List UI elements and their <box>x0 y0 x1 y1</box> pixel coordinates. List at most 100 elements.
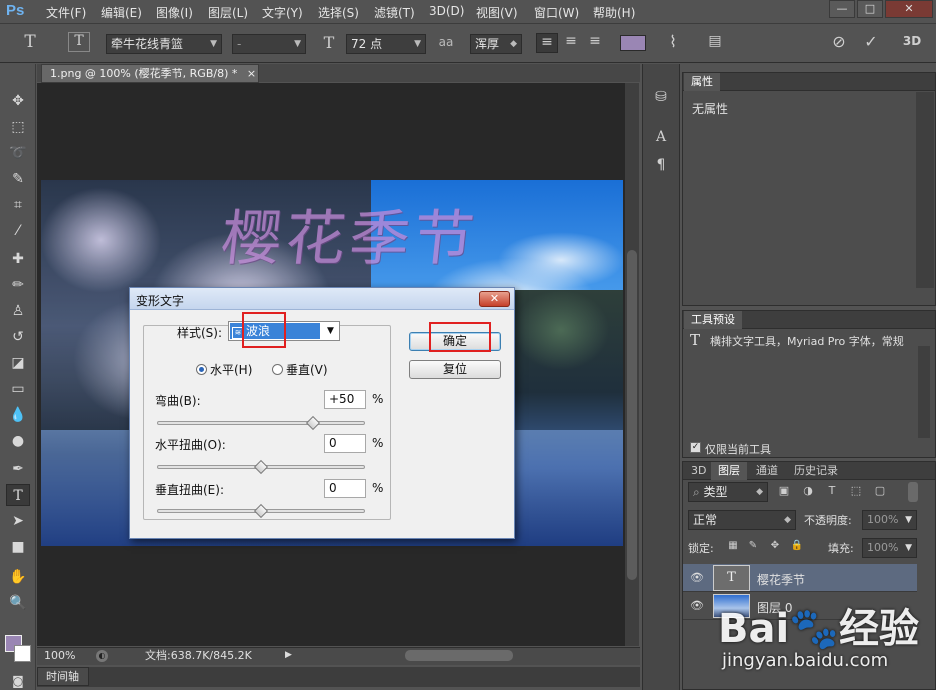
vertical-distort-input[interactable]: 0 <box>324 479 366 498</box>
blend-mode-select[interactable]: 正常 ◆ <box>688 510 796 530</box>
dodge-tool-icon[interactable]: ● <box>6 430 30 452</box>
filter-adjustment-icon[interactable]: ◑ <box>800 484 816 500</box>
reset-button[interactable]: 复位 <box>409 360 501 379</box>
tab-layers[interactable]: 图层 <box>711 462 747 480</box>
background-color-swatch[interactable] <box>14 645 31 662</box>
brush-tool-icon[interactable]: ✏ <box>6 274 30 296</box>
menu-window[interactable]: 窗口(W) <box>534 4 579 21</box>
blur-tool-icon[interactable]: 💧 <box>6 404 30 426</box>
warp-text-icon[interactable]: ⌇ <box>662 32 684 54</box>
menu-select[interactable]: 选择(S) <box>318 4 359 21</box>
text-color-swatch[interactable] <box>620 35 646 51</box>
vertical-radio[interactable] <box>272 364 283 375</box>
antialias-icon: aa <box>438 35 454 49</box>
fill-field[interactable]: 100% ▼ <box>862 538 917 558</box>
lock-position-icon[interactable]: ✥ <box>768 540 782 554</box>
bend-input[interactable]: +50 <box>324 390 366 409</box>
bend-slider-track[interactable] <box>157 421 365 425</box>
menu-3d[interactable]: 3D(D) <box>429 4 464 18</box>
layer-visibility-eye-icon[interactable]: 👁 <box>690 599 704 613</box>
tab-history[interactable]: 历史记录 <box>787 462 845 480</box>
horizontal-radio[interactable] <box>196 364 207 375</box>
lock-image-icon[interactable]: ✎ <box>746 540 760 554</box>
character-panel-icon[interactable]: ▤ <box>704 33 726 53</box>
quick-mask-icon[interactable]: ◙ <box>6 670 30 690</box>
filter-toggle-switch[interactable] <box>908 482 918 502</box>
lock-all-icon[interactable]: 🔒 <box>790 540 804 554</box>
menu-type[interactable]: 文字(Y) <box>262 4 303 21</box>
tab-3d[interactable]: 3D <box>684 462 713 480</box>
filter-pixel-icon[interactable]: ▣ <box>776 484 792 500</box>
lock-transparent-icon[interactable]: ▦ <box>726 540 740 554</box>
toggle-text-orientation-icon[interactable]: T <box>68 32 90 52</box>
font-size-select[interactable]: 72 点 ▼ <box>346 34 426 54</box>
layer-name[interactable]: 樱花季节 <box>757 571 805 588</box>
path-selection-tool-icon[interactable]: ➤ <box>6 510 30 532</box>
paragraph-icon[interactable]: ¶ <box>650 154 672 176</box>
history-brush-tool-icon[interactable]: ↺ <box>6 326 30 348</box>
canvas-text-layer[interactable]: 樱花季节 <box>217 190 482 277</box>
font-style-select[interactable]: - ▼ <box>232 34 306 54</box>
cancel-edit-icon[interactable]: ⊘ <box>828 32 850 54</box>
vertical-scrollbar-thumb[interactable] <box>627 250 637 580</box>
horizontal-scrollbar-thumb[interactable] <box>405 650 513 661</box>
lasso-tool-icon[interactable]: ➰ <box>6 142 30 164</box>
menu-help[interactable]: 帮助(H) <box>593 4 635 21</box>
commit-edit-icon[interactable]: ✓ <box>860 32 882 54</box>
current-tool-only-checkbox[interactable]: ✓ <box>690 442 701 453</box>
crop-tool-icon[interactable]: ⌗ <box>6 194 30 216</box>
horizontal-distort-input[interactable]: 0 <box>324 434 366 453</box>
move-tool-icon[interactable]: ✥ <box>6 90 30 112</box>
align-left-icon[interactable]: ≡ <box>536 33 558 53</box>
tool-preset-item[interactable]: 横排文字工具，Myriad Pro 字体，常规 <box>710 333 916 349</box>
hand-tool-icon[interactable]: ✋ <box>6 566 30 588</box>
timeline-tab[interactable]: 时间轴 <box>37 667 89 686</box>
filter-shape-icon[interactable]: ⬚ <box>848 484 864 500</box>
status-info-icon[interactable]: ◐ <box>96 650 108 662</box>
menu-image[interactable]: 图像(I) <box>156 4 193 21</box>
status-menu-arrow-icon[interactable]: ▶ <box>285 650 295 662</box>
menu-edit[interactable]: 编辑(E) <box>101 4 142 21</box>
quick-select-tool-icon[interactable]: ✎ <box>6 168 30 190</box>
zoom-tool-icon[interactable]: 🔍 <box>6 592 30 614</box>
align-right-icon[interactable]: ≡ <box>584 33 606 53</box>
tab-properties[interactable]: 属性 <box>684 73 720 91</box>
healing-brush-tool-icon[interactable]: ✚ <box>6 248 30 270</box>
minimize-button[interactable]: — <box>829 0 855 18</box>
clone-source-icon[interactable]: ⛁ <box>650 86 672 108</box>
menu-layer[interactable]: 图层(L) <box>208 4 248 21</box>
clone-stamp-tool-icon[interactable]: ♙ <box>6 300 30 322</box>
pen-tool-icon[interactable]: ✒ <box>6 458 30 480</box>
align-center-icon[interactable]: ≡ <box>560 33 582 53</box>
3d-icon[interactable]: 3D <box>898 34 926 54</box>
filter-type-icon[interactable]: T <box>824 484 840 500</box>
eraser-tool-icon[interactable]: ◪ <box>6 352 30 374</box>
chevron-down-icon[interactable]: ▼ <box>323 323 338 339</box>
gradient-tool-icon[interactable]: ▭ <box>6 378 30 400</box>
menu-filter[interactable]: 滤镜(T) <box>374 4 415 21</box>
layer-filter-select[interactable]: ⌕ 类型 ◆ <box>688 482 768 502</box>
restore-button[interactable]: □ <box>857 0 883 18</box>
type-tool-icon[interactable]: T <box>6 484 30 506</box>
font-family-select[interactable]: 牵牛花线青篮 ▼ <box>106 34 222 54</box>
opacity-field[interactable]: 100% ▼ <box>862 510 917 530</box>
filter-smart-object-icon[interactable]: ▢ <box>872 484 888 500</box>
character-icon[interactable]: A <box>650 126 672 148</box>
eyedropper-tool-icon[interactable]: ⁄ <box>6 220 30 242</box>
menu-view[interactable]: 视图(V) <box>476 4 518 21</box>
type-tool-preset-icon[interactable]: T <box>20 32 40 52</box>
tab-channels[interactable]: 通道 <box>749 462 785 480</box>
zoom-level[interactable]: 100% <box>44 648 94 664</box>
dialog-close-button[interactable]: ✕ <box>479 291 510 307</box>
antialias-select[interactable]: 浑厚 ◆ <box>470 34 522 54</box>
document-tab-close-icon[interactable]: × <box>247 67 256 80</box>
rectangle-tool-icon[interactable]: ■ <box>6 536 30 558</box>
marquee-tool-icon[interactable]: ⬚ <box>6 116 30 138</box>
layer-visibility-eye-icon[interactable]: 👁 <box>690 571 704 585</box>
window-close-button[interactable]: ✕ <box>885 0 933 18</box>
document-tab[interactable]: 1.png @ 100% (樱花季节, RGB/8) * × <box>41 64 259 83</box>
menu-file[interactable]: 文件(F) <box>46 4 86 21</box>
properties-scrollbar[interactable] <box>916 92 934 288</box>
tab-tool-presets[interactable]: 工具预设 <box>684 311 742 329</box>
tool-presets-scrollbar[interactable] <box>918 346 930 438</box>
